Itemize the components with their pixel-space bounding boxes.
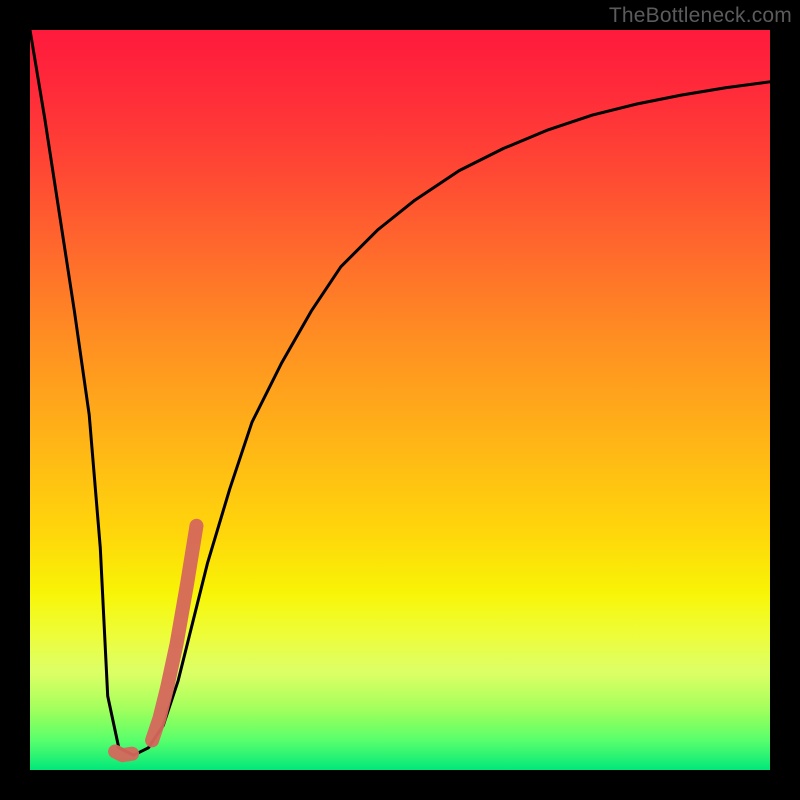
plot-area [30, 30, 770, 770]
curve-layer [30, 30, 770, 770]
bottleneck-curve [30, 30, 770, 755]
watermark-text: TheBottleneck.com [609, 4, 792, 28]
chart-frame: TheBottleneck.com [0, 0, 800, 800]
trough-highlight [115, 752, 132, 756]
